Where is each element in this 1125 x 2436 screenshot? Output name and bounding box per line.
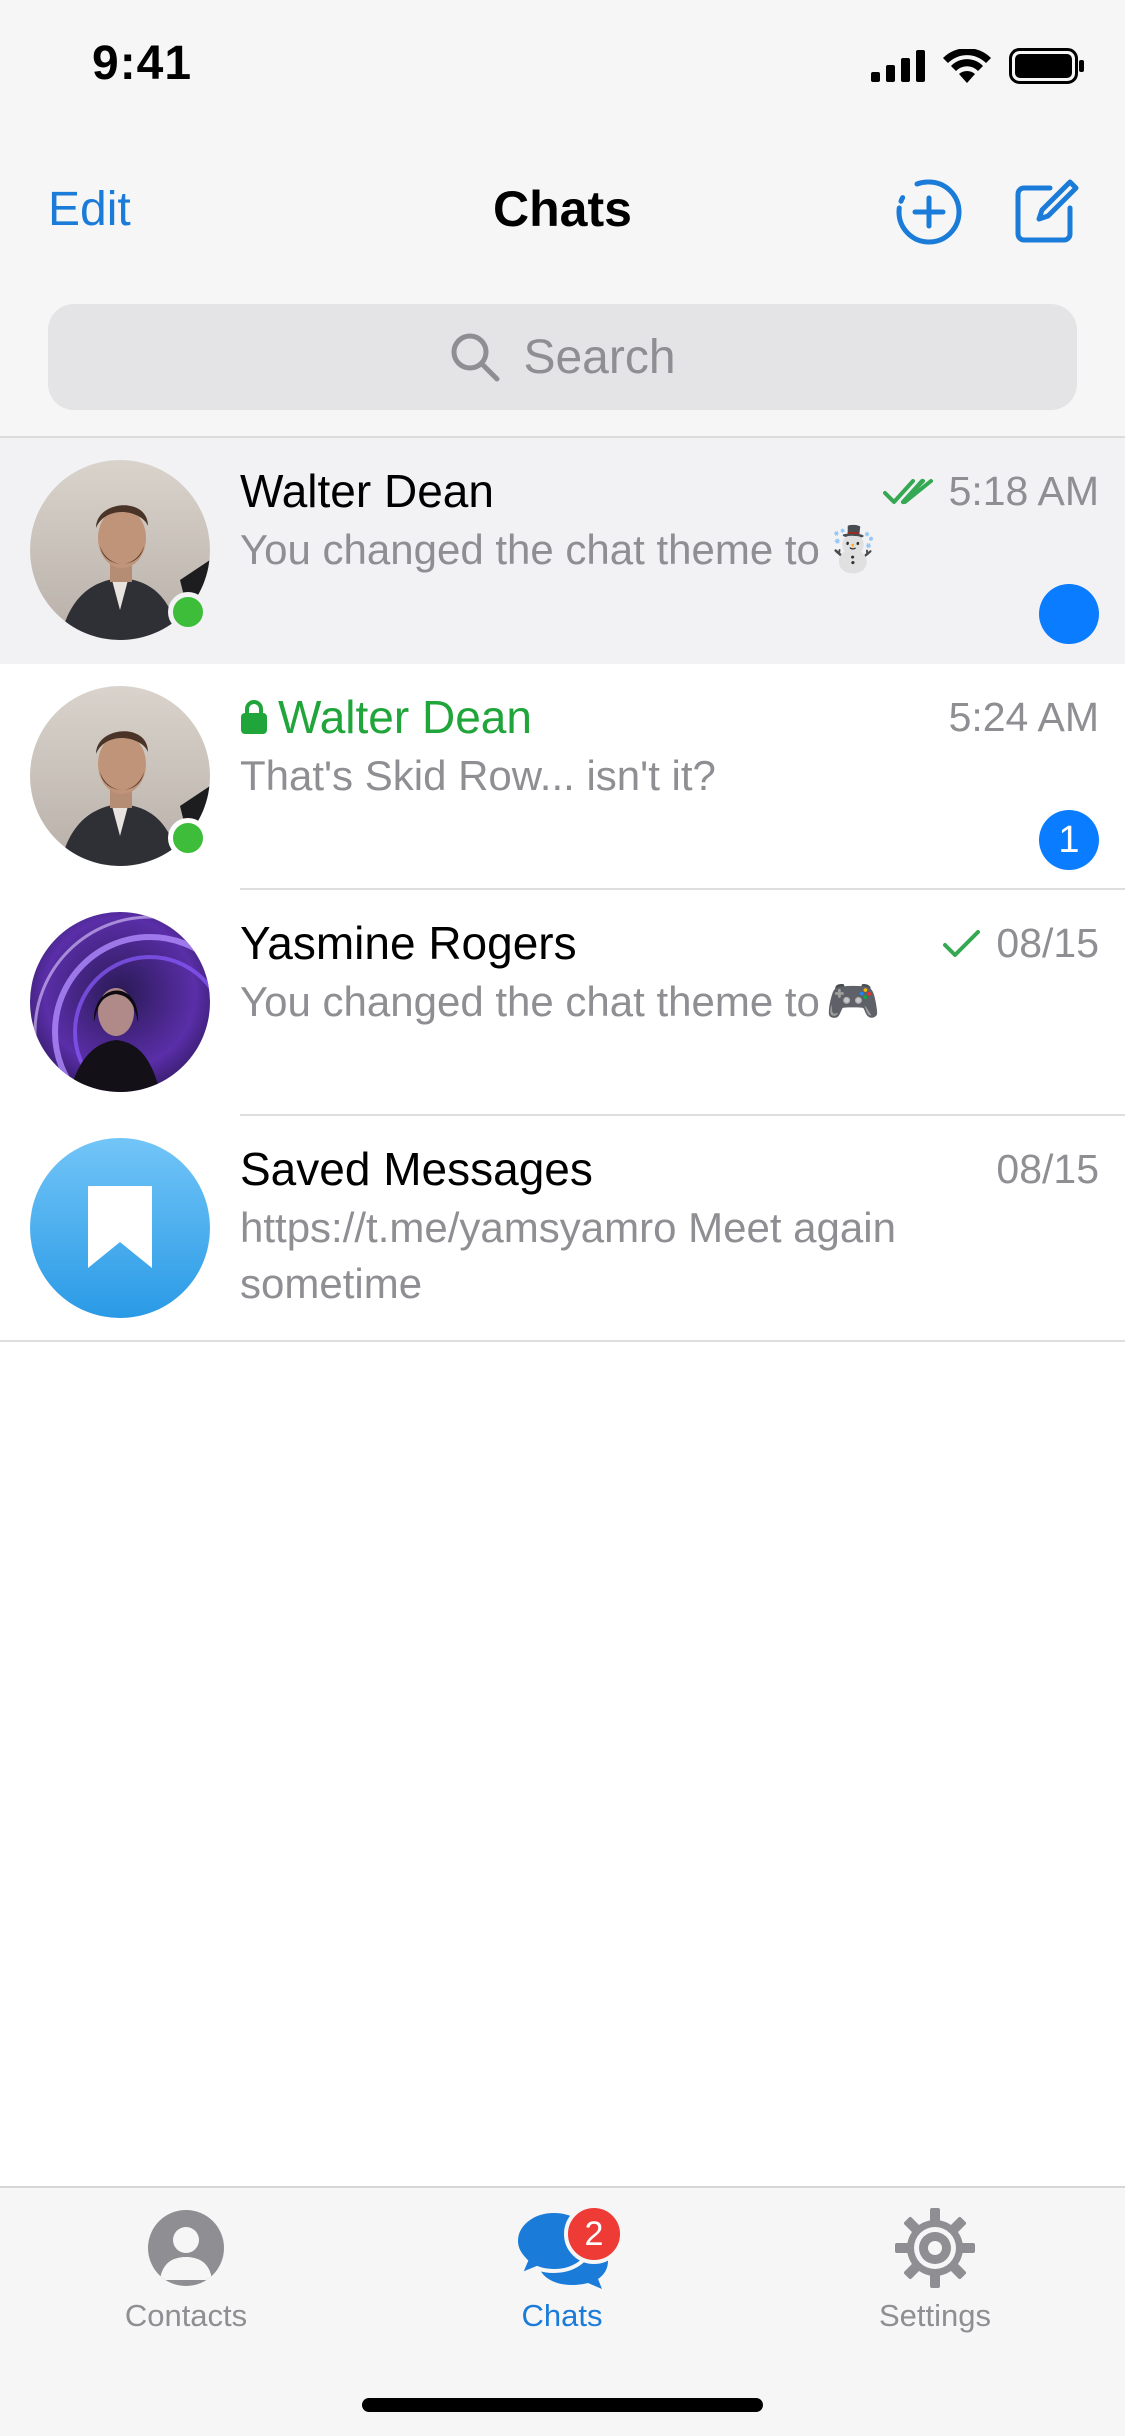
search-placeholder: Search <box>523 330 676 384</box>
person-circle-icon <box>148 2210 224 2286</box>
chat-preview: https://t.me/yamsyamro Meet again someti… <box>240 1200 995 1312</box>
chat-time-container: 08/15 <box>996 1146 1099 1193</box>
chat-name: Walter Dean <box>278 691 532 743</box>
search-input[interactable]: Search <box>48 304 1077 410</box>
tab-chats-label: Chats <box>521 2298 603 2333</box>
chat-time-container: 5:24 AM <box>949 694 1099 741</box>
chat-row[interactable]: Yasmine Rogers 08/15 You changed the cha… <box>0 890 1125 1116</box>
lock-icon <box>241 700 267 734</box>
compose-icon[interactable] <box>1010 176 1082 248</box>
avatar <box>30 912 210 1092</box>
chat-preview-text: https://t.me/yamsyamro Meet again someti… <box>240 1204 896 1307</box>
search-icon <box>451 333 500 382</box>
online-indicator <box>168 818 208 858</box>
tab-settings-label: Settings <box>878 2298 991 2333</box>
chat-preview: You changed the chat theme to ☃️ <box>240 522 975 578</box>
unread-dot <box>1039 584 1099 644</box>
double-check-icon <box>882 478 933 504</box>
online-indicator <box>168 592 208 632</box>
chats-unread-badge: 2 <box>564 2204 624 2264</box>
chat-name: Yasmine Rogers <box>240 917 577 969</box>
snowman-emoji: ☃️ <box>825 525 881 574</box>
chat-time: 5:18 AM <box>948 468 1099 514</box>
unread-count-badge: 1 <box>1039 810 1099 870</box>
chat-row[interactable]: Walter Dean 5:18 AM You changed the chat… <box>0 438 1125 664</box>
chat-row[interactable]: Saved Messages 08/15 https://t.me/yamsya… <box>0 1116 1125 1342</box>
avatar <box>30 460 210 640</box>
avatar <box>30 686 210 866</box>
avatar <box>30 1138 210 1318</box>
chat-time: 08/15 <box>996 920 1099 966</box>
add-circle-icon[interactable] <box>893 176 965 248</box>
tab-settings[interactable]: Settings <box>785 2202 1085 2334</box>
chat-list: Walter Dean 5:18 AM You changed the chat… <box>0 438 1125 1342</box>
status-bar-icons <box>871 48 1085 84</box>
signal-icon <box>871 50 925 82</box>
wifi-icon <box>943 49 991 83</box>
chat-time-container: 08/15 <box>942 920 1099 967</box>
game-controller-emoji: 🎮 <box>825 977 881 1026</box>
status-bar-time: 9:41 <box>92 37 193 90</box>
check-icon <box>943 929 981 957</box>
tab-chats[interactable]: Chats <box>412 2202 712 2334</box>
chat-preview-text: That's Skid Row... isn't it? <box>240 752 716 799</box>
tab-contacts[interactable]: Contacts <box>36 2202 336 2334</box>
chat-preview-text: You changed the chat theme to <box>240 526 820 573</box>
chat-name-secret: Walter Dean <box>240 690 532 744</box>
chat-preview: That's Skid Row... isn't it? <box>240 748 975 804</box>
row-separator <box>0 1340 1125 1342</box>
saved-messages-avatar <box>30 1138 210 1318</box>
avatar-image <box>30 912 210 1092</box>
gear-icon <box>895 2208 975 2288</box>
chat-time-container: 5:18 AM <box>882 468 1099 515</box>
chat-row[interactable]: Walter Dean 5:24 AM That's Skid Row... i… <box>0 664 1125 890</box>
home-indicator <box>362 2398 763 2412</box>
chat-time: 5:24 AM <box>948 694 1099 740</box>
chat-preview-text: You changed the chat theme to <box>240 978 820 1025</box>
tab-bar: Contacts Chats Settings 2 <box>0 2186 1125 2436</box>
chat-name: Saved Messages <box>240 1143 593 1195</box>
chat-name: Walter Dean <box>240 465 494 517</box>
chat-time: 08/15 <box>996 1146 1099 1192</box>
tab-contacts-label: Contacts <box>124 2298 248 2333</box>
battery-icon <box>1009 48 1084 84</box>
navigation-header: 9:41 Edit Chats Search <box>0 0 1125 438</box>
chat-preview: You changed the chat theme to 🎮 <box>240 974 975 1030</box>
